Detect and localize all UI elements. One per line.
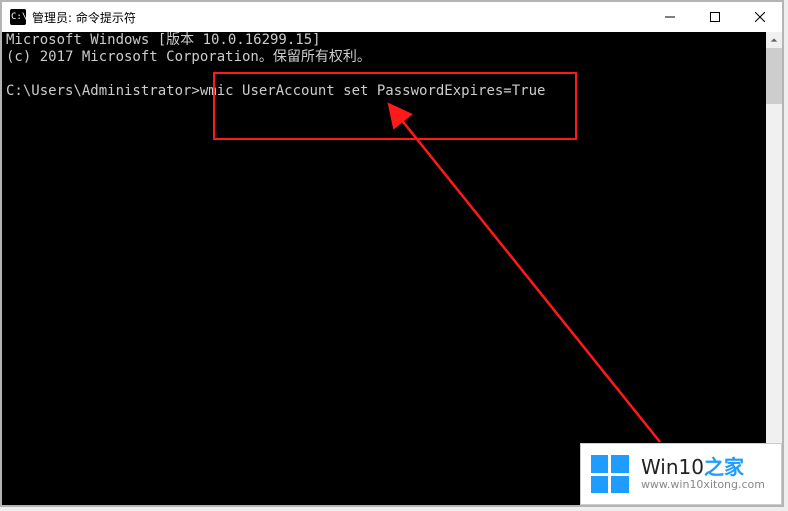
scroll-thumb[interactable] (766, 48, 782, 104)
console-line: (c) 2017 Microsoft Corporation。保留所有权利。 (6, 49, 371, 65)
chevron-up-icon (770, 36, 778, 44)
console-body[interactable]: Microsoft Windows [版本 10.0.16299.15] (c)… (2, 32, 782, 505)
console-line: Microsoft Windows [版本 10.0.16299.15] (6, 32, 321, 48)
title-bar[interactable]: 管理员: 命令提示符 (2, 2, 782, 33)
watermark-url: www.win10xitong.com (641, 479, 765, 492)
maximize-button[interactable] (692, 2, 737, 32)
close-icon (755, 12, 765, 22)
vertical-scrollbar[interactable] (766, 32, 782, 505)
window-frame: 管理员: 命令提示符 Microsoft Windows [版本 10.0.16… (0, 0, 784, 507)
watermark-text: Win10之家 www.win10xitong.com (641, 456, 765, 492)
window-controls (647, 2, 782, 32)
windows-logo-icon (591, 455, 629, 493)
watermark: Win10之家 www.win10xitong.com (580, 443, 782, 505)
cmd-icon (10, 9, 26, 25)
maximize-icon (710, 12, 720, 22)
window-title: 管理员: 命令提示符 (32, 9, 136, 26)
watermark-brand: Win10之家 (641, 456, 765, 479)
minimize-button[interactable] (647, 2, 692, 32)
close-button[interactable] (737, 2, 782, 32)
console-prompt: C:\Users\Administrator> (6, 83, 200, 99)
scroll-up-button[interactable] (766, 32, 782, 48)
minimize-icon (665, 12, 675, 22)
console-command: wmic UserAccount set PasswordExpires=Tru… (200, 83, 546, 99)
